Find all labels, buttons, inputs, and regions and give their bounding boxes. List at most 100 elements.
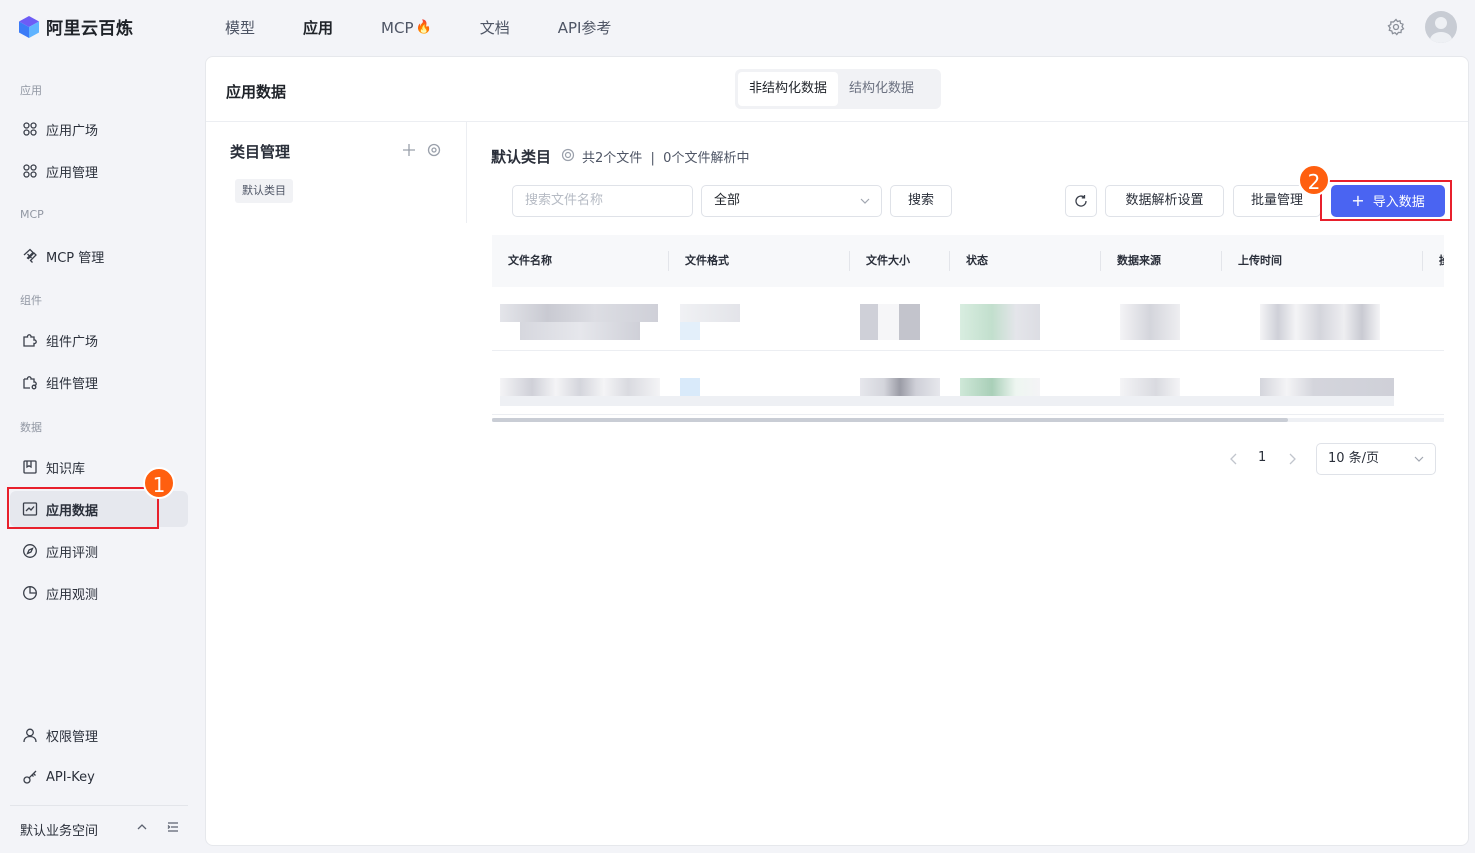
category-divider [466,121,467,223]
nav-mcp-label: MCP [381,19,414,37]
avatar-person-icon [1430,17,1452,43]
sidebar-item-permission[interactable]: 权限管理 [10,717,188,753]
nav-apps[interactable]: 应用 [303,16,333,40]
workspace-switcher[interactable]: 默认业务空间 [20,820,98,839]
col-upload-time: 上传时间 [1238,254,1282,267]
sidebar-item-app-observe[interactable]: 应用观测 [10,575,188,611]
category-title: 类目管理 [230,143,291,161]
file-search-input[interactable]: 搜索文件名称 [512,185,693,217]
col-file-name: 文件名称 [508,254,552,267]
sidebar-item-label: 应用评测 [46,545,99,561]
table-horizontal-scrollbar[interactable] [492,418,1444,422]
refresh-button[interactable] [1065,185,1097,217]
nav-docs[interactable]: 文档 [480,16,510,40]
page-number[interactable]: 1 [1258,450,1266,465]
highlight-box-import [1320,180,1452,221]
redacted-status [960,304,1040,340]
tab-unstructured[interactable]: 非结构化数据 [738,72,839,106]
category-id-icon[interactable] [561,148,575,162]
redacted-file-name [500,378,660,396]
sidebar-item-label: 组件管理 [46,376,99,392]
step-badge-1: 1 [143,467,175,499]
brand[interactable]: 阿里云百炼 [18,14,134,39]
parse-settings-button[interactable]: 数据解析设置 [1105,185,1224,217]
user-icon [23,728,37,743]
chevron-down-icon [1414,456,1424,462]
redacted-status [960,378,1040,396]
col-source: 数据来源 [1117,254,1161,267]
top-nav: 模型 应用 MCP 🔥 文档 API参考 [225,16,659,40]
redacted-row-shadow [500,396,1394,406]
user-avatar[interactable] [1425,11,1457,43]
redacted-source [1120,378,1180,396]
redacted-file-name [500,304,658,322]
sidebar-item-comp-plaza[interactable]: 组件广场 [10,322,188,358]
col-file-size: 文件大小 [866,254,910,267]
book-icon [23,460,37,474]
search-button[interactable]: 搜索 [890,185,952,217]
chevron-up-icon[interactable] [135,820,149,834]
puzzle-settings-icon [23,376,37,390]
sidebar-item-label: API-Key [46,769,95,785]
sidebar-group-app: 应用 [20,84,42,97]
sidebar-group-mcp: MCP [20,208,44,221]
page-title: 应用数据 [226,83,287,101]
redacted-upload-time [1260,378,1394,396]
nav-models[interactable]: 模型 [225,16,255,40]
highlight-box-app-data [7,487,159,529]
nav-api-ref[interactable]: API参考 [558,16,612,40]
col-divider [949,251,950,271]
category-settings-icon[interactable] [427,143,441,157]
sidebar-item-app-eval[interactable]: 应用评测 [10,533,188,569]
tab-structured[interactable]: 结构化数据 [838,72,925,106]
top-bar: 阿里云百炼 模型 应用 MCP 🔥 文档 API参考 [0,0,1475,56]
sidebar-item-mcp-manage[interactable]: MCP 管理 [10,238,188,274]
col-divider [668,251,669,271]
sidebar-item-label: 应用广场 [46,123,99,139]
page-size-select[interactable]: 10 条/页 [1316,443,1436,475]
sidebar-item-label: 组件广场 [46,334,99,350]
sidebar-group-component: 组件 [20,294,42,307]
redacted-file-name [520,322,640,340]
chevron-down-icon [860,198,870,204]
scrollbar-thumb[interactable] [492,418,1288,422]
key-icon [23,770,37,784]
file-table: 文件名称 文件格式 文件大小 状态 数据来源 上传时间 操 [492,235,1444,422]
sidebar-item-app-plaza[interactable]: 应用广场 [10,111,188,147]
redacted-source [1120,304,1180,340]
status-filter-select[interactable]: 全部 [701,185,882,217]
sidebar-item-api-key[interactable]: API-Key [10,759,188,795]
settings-gear-icon[interactable] [1387,18,1405,36]
current-category-title: 默认类目 [491,148,552,166]
redacted-format [680,304,740,322]
compass-icon [23,544,37,558]
sidebar-item-app-manage[interactable]: 应用管理 [10,153,188,189]
add-category-plus-icon[interactable] [402,143,416,157]
table-row[interactable] [492,287,1444,351]
refresh-icon [1075,195,1087,207]
redacted-size [860,378,940,396]
prev-page-chevron-left-icon[interactable] [1226,451,1242,467]
sidebar-item-label: 知识库 [46,461,86,477]
pie-chart-icon [23,586,37,600]
grid-icon [23,164,37,178]
next-page-chevron-right-icon[interactable] [1284,451,1300,467]
nav-mcp[interactable]: MCP 🔥 [381,16,432,40]
sidebar-item-label: MCP 管理 [46,250,105,266]
category-item-default[interactable]: 默认类目 [235,179,293,203]
table-row[interactable] [492,351,1444,415]
col-file-format: 文件格式 [685,254,729,267]
header-divider [206,121,1468,122]
mcp-icon [23,248,37,263]
col-status: 状态 [966,254,988,267]
file-count-summary: 共2个文件 | 0个文件解析中 [582,151,750,166]
page-size-value: 10 条/页 [1328,451,1380,466]
sidebar-item-label: 权限管理 [46,729,99,745]
sidebar-item-comp-manage[interactable]: 组件管理 [10,364,188,400]
sidebar-item-label: 应用观测 [46,587,99,603]
collapse-menu-icon[interactable] [166,820,180,834]
bailian-logo-icon [19,15,39,38]
redacted-format [680,378,700,396]
col-actions: 操 [1439,235,1444,287]
brand-name: 阿里云百炼 [46,19,134,39]
